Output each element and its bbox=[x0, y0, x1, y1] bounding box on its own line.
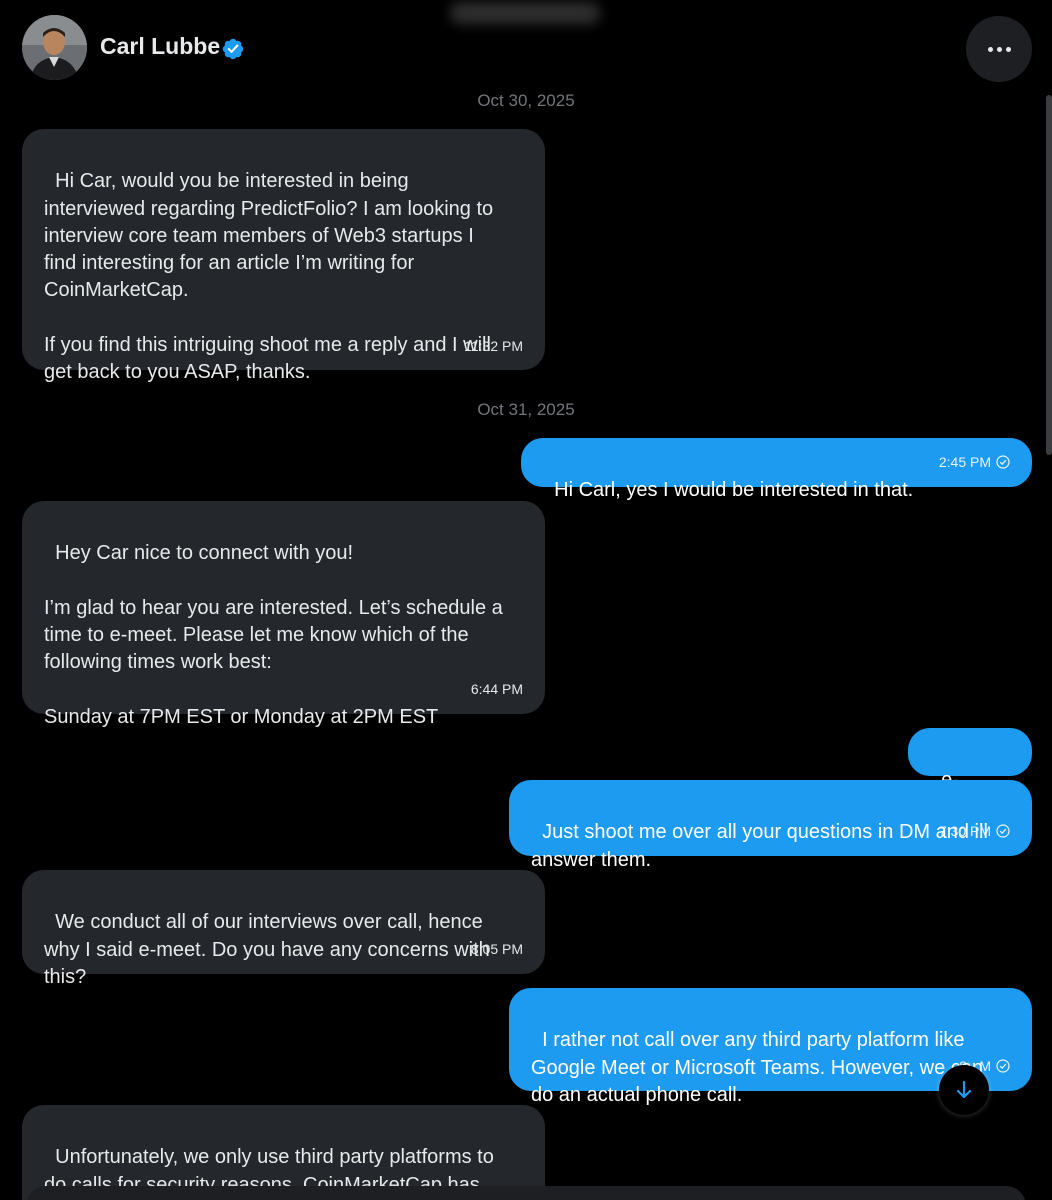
date-separator: Oct 31, 2025 bbox=[477, 400, 575, 419]
dot bbox=[996, 46, 1002, 52]
conversation-header: Carl Lubbe bbox=[0, 0, 1052, 96]
message-outgoing: Just shoot me over all your questions in… bbox=[509, 780, 1032, 871]
message-time: 11:32 PM bbox=[464, 333, 523, 360]
verified-badge-icon bbox=[222, 38, 244, 60]
time-label: 8:05 PM bbox=[470, 940, 523, 957]
read-check-icon bbox=[996, 824, 1010, 838]
message-outgoing: e-meet? bbox=[908, 728, 1032, 819]
time-label: 7:30 PM bbox=[938, 822, 991, 839]
message-time: 2:45 PM bbox=[939, 449, 1010, 476]
message-text: Hi Car, would you be interested in being… bbox=[44, 170, 494, 384]
message-outgoing: Hi Carl, yes I would be interested in th… bbox=[521, 438, 1032, 501]
avatar[interactable] bbox=[22, 15, 87, 80]
message-text: Hi Carl, yes I would be interested in th… bbox=[554, 479, 914, 502]
read-check-icon bbox=[996, 1059, 1010, 1073]
dot bbox=[1005, 46, 1011, 52]
time-label: 2:45 PM bbox=[938, 453, 991, 470]
time-label: 11:32 PM bbox=[464, 337, 523, 354]
message-text: Hey Car nice to connect with you! I’m gl… bbox=[44, 542, 503, 729]
more-options-button[interactable] bbox=[966, 16, 1032, 82]
more-horizontal-icon bbox=[987, 46, 993, 52]
message-incoming: We conduct all of our interviews over ca… bbox=[22, 870, 545, 988]
message-incoming: Hey Car nice to connect with you! I’m gl… bbox=[22, 501, 545, 728]
read-check-icon bbox=[996, 455, 1010, 469]
contact-name[interactable]: Carl Lubbe bbox=[100, 33, 220, 60]
message-text: Just shoot me over all your questions in… bbox=[531, 821, 988, 871]
message-text: I rather not call over any third party p… bbox=[531, 1029, 983, 1106]
arrow-down-icon bbox=[956, 1080, 972, 1099]
message-composer[interactable] bbox=[26, 1186, 1026, 1200]
date-separator: Oct 30, 2025 bbox=[477, 91, 575, 110]
time-label: 6:44 PM bbox=[470, 680, 523, 697]
scroll-to-bottom-button[interactable] bbox=[939, 1065, 989, 1115]
message-time: 6:44 PM bbox=[471, 676, 523, 703]
message-text: We conduct all of our interviews over ca… bbox=[44, 911, 490, 988]
message-incoming: Hi Car, would you be interested in being… bbox=[22, 129, 545, 383]
message-time: 8:05 PM bbox=[471, 936, 523, 963]
message-time: 7:30 PM bbox=[939, 818, 1010, 845]
